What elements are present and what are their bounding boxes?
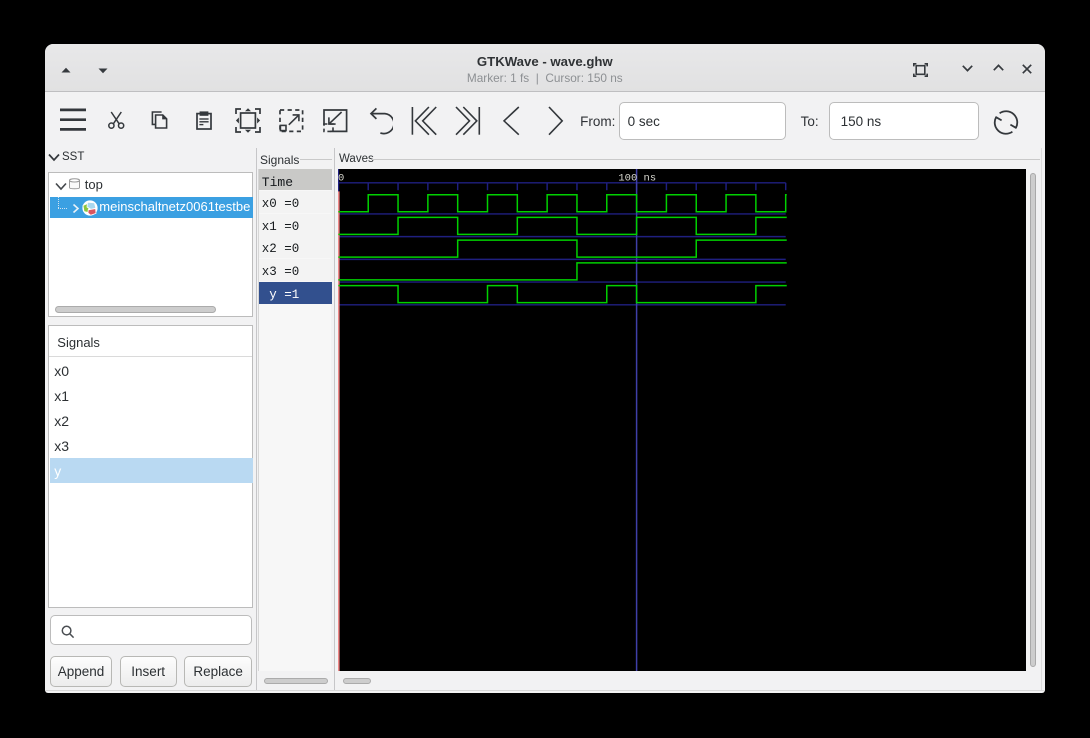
svg-text:100 ns: 100 ns (618, 172, 656, 184)
svg-text:0: 0 (338, 172, 344, 184)
